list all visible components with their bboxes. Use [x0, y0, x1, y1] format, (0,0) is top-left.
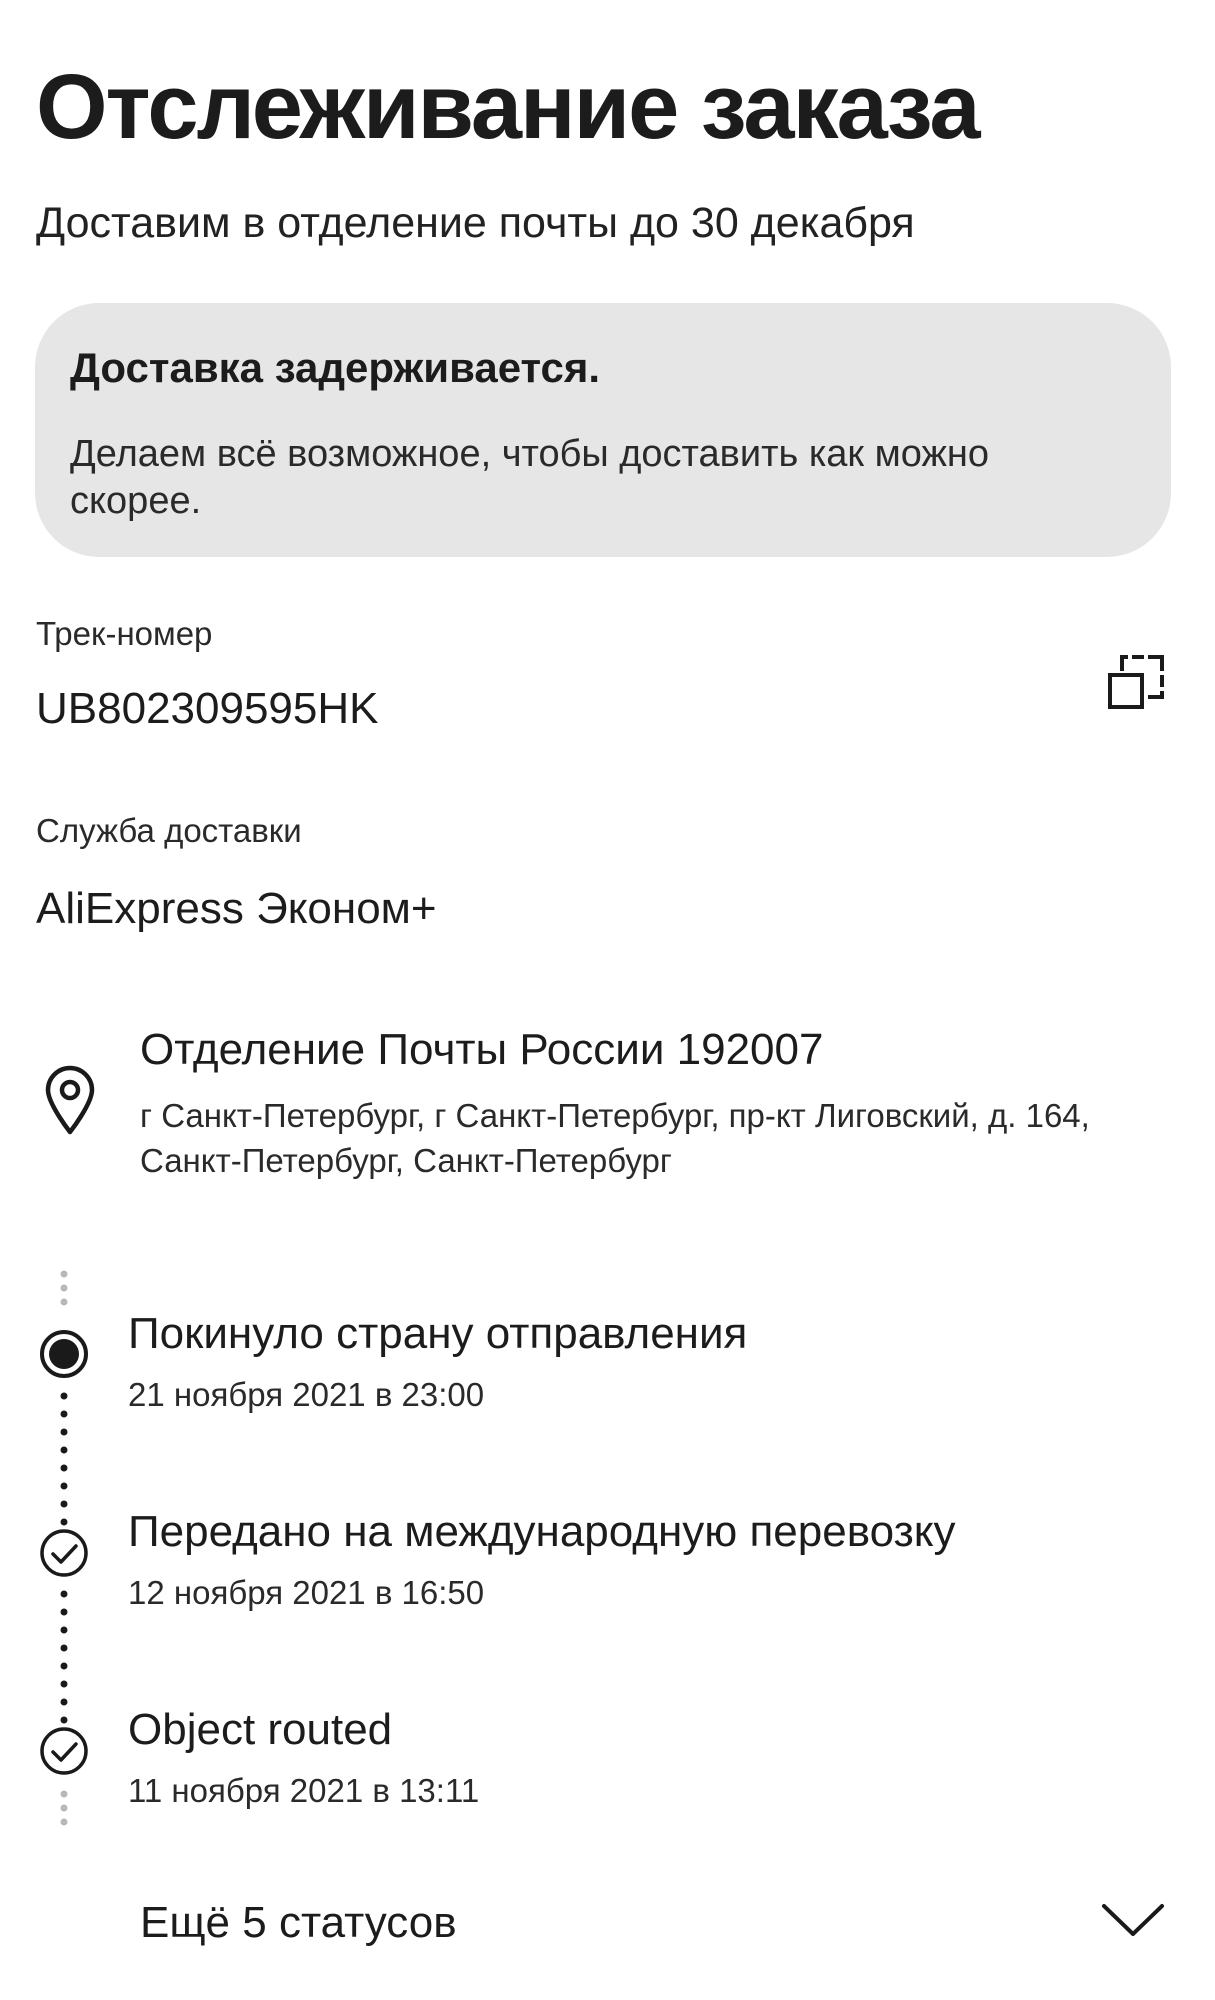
copy-icon[interactable]: [1104, 651, 1168, 715]
delivery-service-label: Служба доставки: [36, 812, 302, 849]
delivery-service-value: AliExpress Эконом+: [36, 884, 437, 933]
delay-notice-title: Доставка задерживается.: [70, 344, 601, 391]
chevron-down-icon[interactable]: [1098, 1898, 1168, 1942]
delivery-estimate: Доставим в отделение почты до 30 декабря: [36, 199, 915, 247]
copy-tracking-button[interactable]: [1104, 651, 1168, 715]
status-title: Передано на международную перевозку: [128, 1507, 956, 1556]
check-circle-icon: [40, 1727, 88, 1775]
check-circle-icon: [40, 1529, 88, 1577]
status-date: 11 ноября 2021 в 13:11: [128, 1772, 480, 1809]
status-date: 21 ноября 2021 в 23:00: [128, 1376, 485, 1413]
current-status-dot-icon: [40, 1330, 88, 1378]
delay-notice-text: Делаем всё возможное, чтобы доставить ка…: [70, 433, 989, 522]
location-pin-icon: [42, 1064, 98, 1136]
page-title: Отслеживание заказа: [36, 56, 981, 158]
status-title: Object routed: [128, 1705, 393, 1754]
status-title: Покинуло страну отправления: [128, 1309, 748, 1358]
post-office-address: г Санкт-Петербург, г Санкт-Петербург, пр…: [140, 1097, 1090, 1179]
show-more-statuses-label[interactable]: Ещё 5 статусов: [140, 1896, 457, 1950]
status-date: 12 ноября 2021 в 16:50: [128, 1574, 485, 1611]
tracking-number-value[interactable]: UB802309595HK: [36, 682, 378, 736]
post-office-name: Отделение Почты России 192007: [140, 1025, 824, 1074]
tracking-number-label: Трек-номер: [36, 615, 213, 652]
